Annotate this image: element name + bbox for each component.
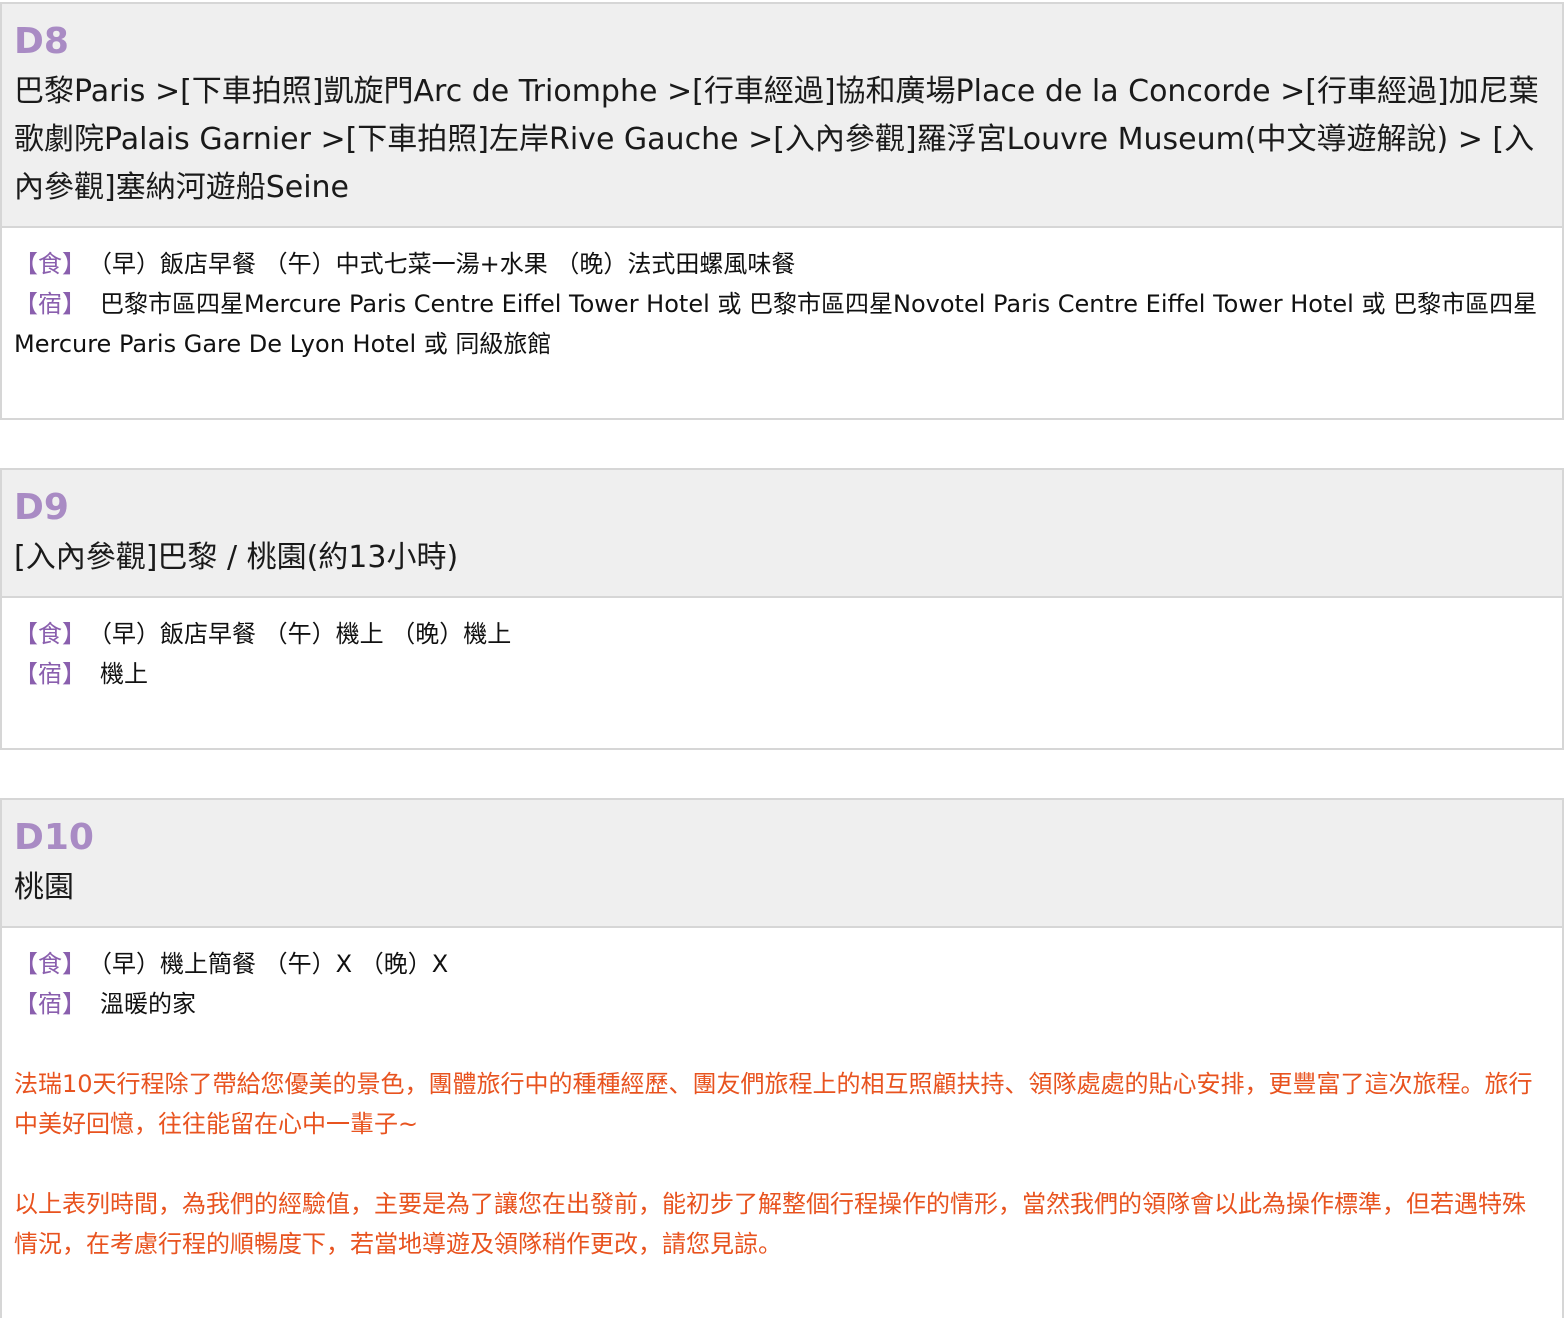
day-header: D8 巴黎Paris >[下車拍照]凱旋門Arc de Triomphe >[行… [2, 4, 1562, 228]
day-body: 【食】 （早）飯店早餐 （午）機上 （晚）機上 【宿】 機上 [2, 598, 1562, 694]
day-body: 【食】 （早）飯店早餐 （午）中式七菜一湯+水果 （晚）法式田螺風味餐 【宿】 巴黎… [2, 228, 1562, 364]
stay-row: 【宿】 機上 [14, 654, 1548, 694]
meals-text: （早）飯店早餐 （午）中式七菜一湯+水果 （晚）法式田螺風味餐 [100, 250, 796, 278]
stay-tag: 【宿】 [14, 290, 86, 318]
stay-text: 巴黎市區四星Mercure Paris Centre Eiffel Tower … [14, 290, 1538, 358]
stay-text: 機上 [100, 660, 148, 688]
meal-tag: 【食】 [14, 620, 86, 648]
meals-text: （早）機上簡餐 （午）X （晚）X [100, 950, 449, 978]
meals-row: 【食】 （早）機上簡餐 （午）X （晚）X [14, 944, 1548, 984]
meals-row: 【食】 （早）飯店早餐 （午）中式七菜一湯+水果 （晚）法式田螺風味餐 [14, 244, 1548, 284]
stay-text: 溫暖的家 [100, 990, 196, 1018]
day-label: D10 [14, 817, 94, 858]
stay-row: 【宿】 溫暖的家 [14, 984, 1548, 1024]
day-label: D8 [14, 21, 69, 62]
meal-tag: 【食】 [14, 950, 86, 978]
closing-note: 法瑞10天行程除了帶給您優美的景色，團體旅行中的種種經歷、團友們旅程上的相互照顧… [14, 1070, 1533, 1138]
day-header: D9 [入內參觀]巴黎 / 桃園(約13小時) [2, 470, 1562, 598]
day-card-d8: D8 巴黎Paris >[下車拍照]凱旋門Arc de Triomphe >[行… [0, 2, 1564, 420]
meals-row: 【食】 （早）飯店早餐 （午）機上 （晚）機上 [14, 614, 1548, 654]
day-card-d10: D10 桃園 【食】 （早）機上簡餐 （午）X （晚）X 【宿】 溫暖的家 法瑞10… [0, 798, 1564, 1318]
stay-tag: 【宿】 [14, 990, 86, 1018]
day-header: D10 桃園 [2, 800, 1562, 928]
meal-tag: 【食】 [14, 250, 86, 278]
day-body: 【食】 （早）機上簡餐 （午）X （晚）X 【宿】 溫暖的家 法瑞10天行程除了帶給… [2, 928, 1562, 1264]
day-route: 桃園 [14, 870, 74, 905]
day-label: D9 [14, 487, 69, 528]
day-card-d9: D9 [入內參觀]巴黎 / 桃園(約13小時) 【食】 （早）飯店早餐 （午）機上… [0, 468, 1564, 750]
stay-row: 【宿】 巴黎市區四星Mercure Paris Centre Eiffel Tow… [14, 284, 1548, 364]
disclaimer-note: 以上表列時間，為我們的經驗值，主要是為了讓您在出發前，能初步了解整個行程操作的情… [14, 1190, 1526, 1258]
meals-text: （早）飯店早餐 （午）機上 （晚）機上 [100, 620, 512, 648]
day-route: [入內參觀]巴黎 / 桃園(約13小時) [14, 540, 459, 575]
day-route: 巴黎Paris >[下車拍照]凱旋門Arc de Triomphe >[行車經過… [14, 74, 1539, 205]
stay-tag: 【宿】 [14, 660, 86, 688]
